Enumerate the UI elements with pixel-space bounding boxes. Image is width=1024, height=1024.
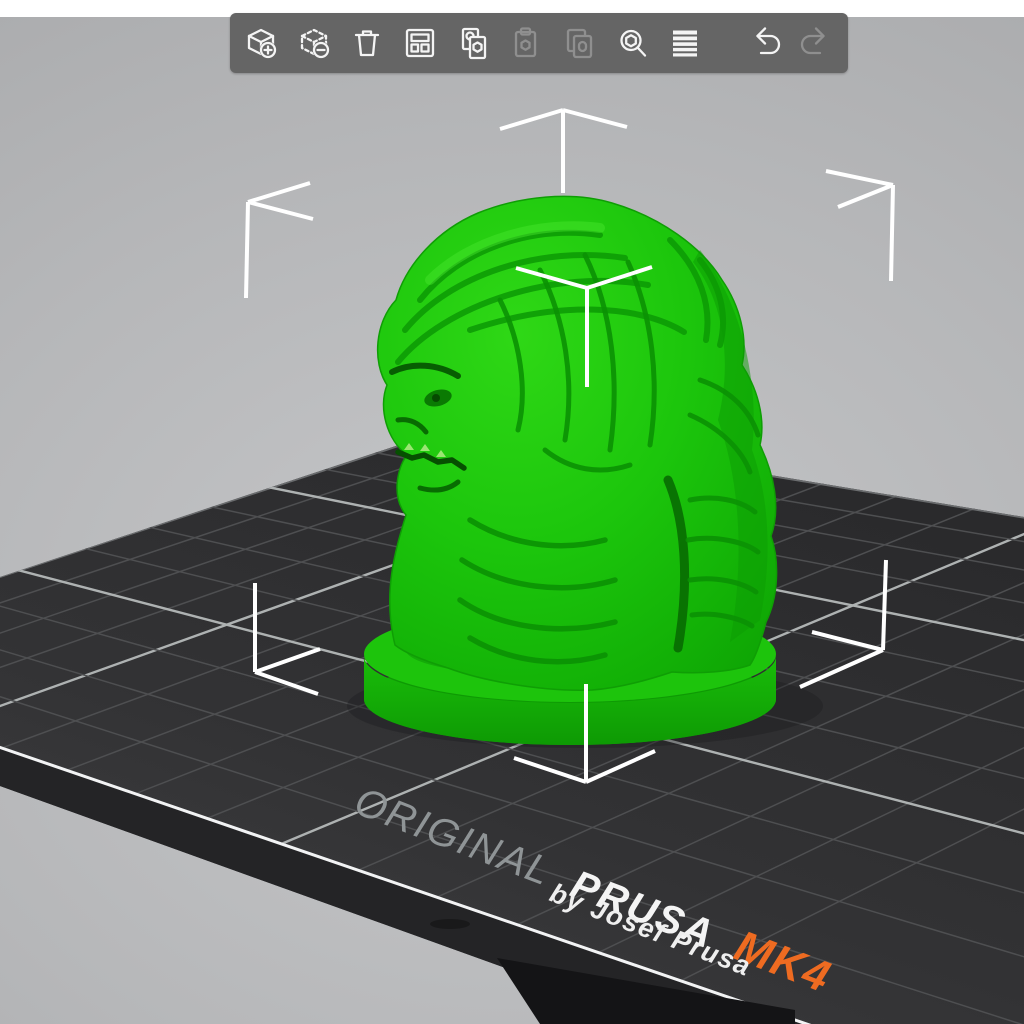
redo-icon <box>800 27 825 55</box>
delete-all-icon <box>354 30 380 57</box>
main-toolbar <box>230 13 848 73</box>
add-object-icon <box>247 28 277 59</box>
redo-button[interactable] <box>796 22 838 64</box>
creature-body <box>376 195 778 691</box>
remove-object-icon <box>300 28 330 59</box>
bed-edge-notch <box>430 919 470 929</box>
paste-icon <box>514 27 537 58</box>
alien-bust-model[interactable] <box>347 195 823 748</box>
add-instance-button[interactable] <box>558 22 600 64</box>
bbox-corner-top-back <box>499 108 628 193</box>
slicer-app: ORIGINAL PRUSA MK4 by Josef Prusa <box>0 0 1024 1024</box>
scene-3d: ORIGINAL PRUSA MK4 by Josef Prusa <box>0 108 1024 1024</box>
arrange-button[interactable] <box>399 22 441 64</box>
copy-icon <box>461 27 487 60</box>
undo-button[interactable] <box>743 22 785 64</box>
bbox-corner-top-right <box>825 169 895 282</box>
undo-icon <box>756 27 781 55</box>
search-icon <box>620 29 647 57</box>
remove-object-button[interactable] <box>293 22 335 64</box>
bbox-corner-top-left <box>244 181 314 299</box>
add-object-button[interactable] <box>240 22 282 64</box>
paste-button[interactable] <box>505 22 547 64</box>
variable-layer-height-button[interactable] <box>664 22 706 64</box>
delete-all-button[interactable] <box>346 22 388 64</box>
add-instance-icon <box>566 28 593 59</box>
arrange-icon <box>405 28 435 58</box>
search-button[interactable] <box>611 22 653 64</box>
variable-layer-height-icon <box>673 30 697 57</box>
copy-button[interactable] <box>452 22 494 64</box>
viewport-3d-canvas[interactable]: ORIGINAL PRUSA MK4 by Josef Prusa <box>0 13 1024 1024</box>
